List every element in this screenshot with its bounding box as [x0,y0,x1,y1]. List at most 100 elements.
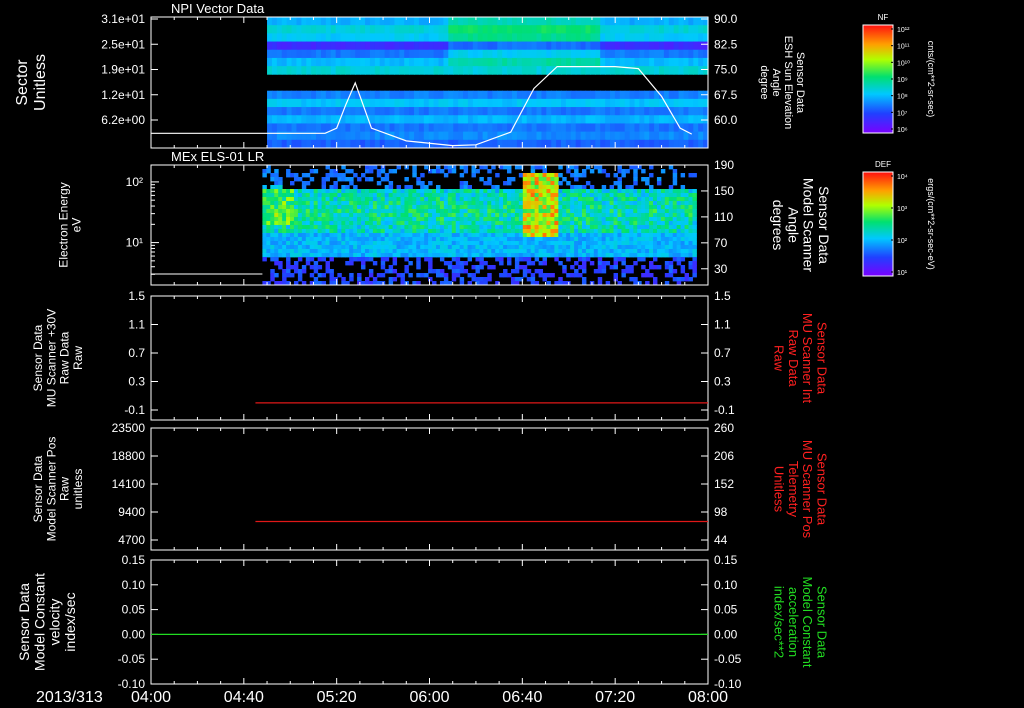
heatmap-cell [541,66,547,75]
spectrogram-cell [558,233,563,238]
spectrogram-cell [388,269,394,274]
spectrogram-cell [684,189,690,194]
spectrogram-cell [432,245,437,250]
spectrogram-cell [589,205,595,210]
spectrogram-cell [435,193,441,198]
spectrogram-cell [534,213,540,218]
heatmap-cell [355,33,361,42]
spectrogram-cell [574,209,579,214]
spectrogram-cell [333,205,338,210]
spectrogram-cell [329,277,334,282]
spectrogram-cell [530,245,536,250]
spectrogram-cell [463,225,469,230]
spectrogram-cell [483,209,488,214]
spectrogram-cell [463,241,469,246]
spectrogram-cell [380,213,386,218]
spectrogram-cell [570,225,575,230]
spectrogram-cell [388,221,394,226]
heatmap-cell [551,139,557,149]
spectrogram-cell [585,257,591,262]
spectrogram-cell [526,201,532,206]
heatmap-cell [320,90,327,100]
heatmap-cell [512,90,518,100]
heatmap-cell [590,57,596,67]
spectrogram-cell [585,217,591,222]
heatmap-cell [458,33,464,42]
spectrogram-cell [333,213,338,218]
heatmap-cell [389,139,396,149]
spectrogram-cell [574,205,579,210]
spectrogram-cell [408,217,413,222]
spectrogram-cell [349,205,354,210]
spectrogram-cell [487,249,492,254]
heatmap-cell [325,66,332,75]
spectrogram-cell [459,253,465,258]
heatmap-cell [619,139,626,149]
spectrogram-cell [270,209,275,214]
spectrogram-cell [601,233,607,238]
spectrogram-cell [479,253,484,258]
spectrogram-cell [274,261,279,266]
spectrogram-cell [471,205,476,210]
heatmap-cell [521,107,528,116]
heatmap-cell [624,17,631,26]
heatmap-cell [389,33,396,42]
spectrogram-cell [341,173,346,178]
spectrogram-cell [574,249,579,254]
heatmap-cell [443,33,449,42]
heatmap-cell [575,33,582,42]
spectrogram-cell [341,225,346,230]
heatmap-cell [541,139,547,149]
spectrogram-cell [585,189,591,194]
spectrogram-cell [554,189,559,194]
heatmap-cell [644,115,650,124]
heatmap-cell [316,123,322,133]
heatmap-cell [585,107,592,116]
spectrogram-cell [420,229,425,234]
spectrogram-cell [570,209,575,214]
heatmap-cell [678,17,685,26]
spectrogram-cell [388,241,394,246]
heatmap-cell [521,25,528,34]
heatmap-cell [595,98,601,108]
spectrogram-cell [282,217,287,222]
spectrogram-cell [408,213,413,218]
heatmap-cell [458,49,464,59]
spectrogram-cell [617,245,622,250]
spectrogram-cell [467,245,473,250]
heatmap-cell [369,139,376,149]
spectrogram-cell [309,225,315,230]
spectrogram-cell [652,221,658,226]
heatmap-cell [570,139,577,149]
spectrogram-cell [309,197,315,202]
heatmap-cell [629,41,636,51]
spectrogram-cell [317,245,323,250]
spectrogram-cell [305,201,311,206]
spectrogram-cell [420,205,425,210]
heatmap-cell [453,115,459,124]
spectrogram-cell [479,261,484,266]
spectrogram-cell [305,257,311,262]
spectrogram-cell [578,233,583,238]
spectrogram-cell [566,221,571,226]
spectrogram-cell [649,249,654,254]
y-axis-label-line: MU Scanner +30V [44,309,58,407]
heatmap-cell [271,123,278,133]
heatmap-cell [502,41,508,51]
spectrogram-cell [479,233,484,238]
heatmap-cell [688,17,694,26]
spectrogram-cell [475,249,480,254]
spectrogram-cell [597,221,603,226]
spectrogram-cell [518,205,524,210]
spectrogram-cell [578,205,583,210]
spectrogram-cell [396,193,401,198]
spectrogram-cell [554,257,559,262]
spectrogram-cell [625,237,630,242]
right-axis-label-line: MU Scanner Int [800,313,815,404]
heatmap-cell [384,17,391,26]
spectrogram-cell [629,209,634,214]
heatmap-cell [369,66,376,75]
spectrogram-cell [443,173,449,178]
right-tick-label: 70 [714,236,728,250]
heatmap-cell [536,107,543,116]
